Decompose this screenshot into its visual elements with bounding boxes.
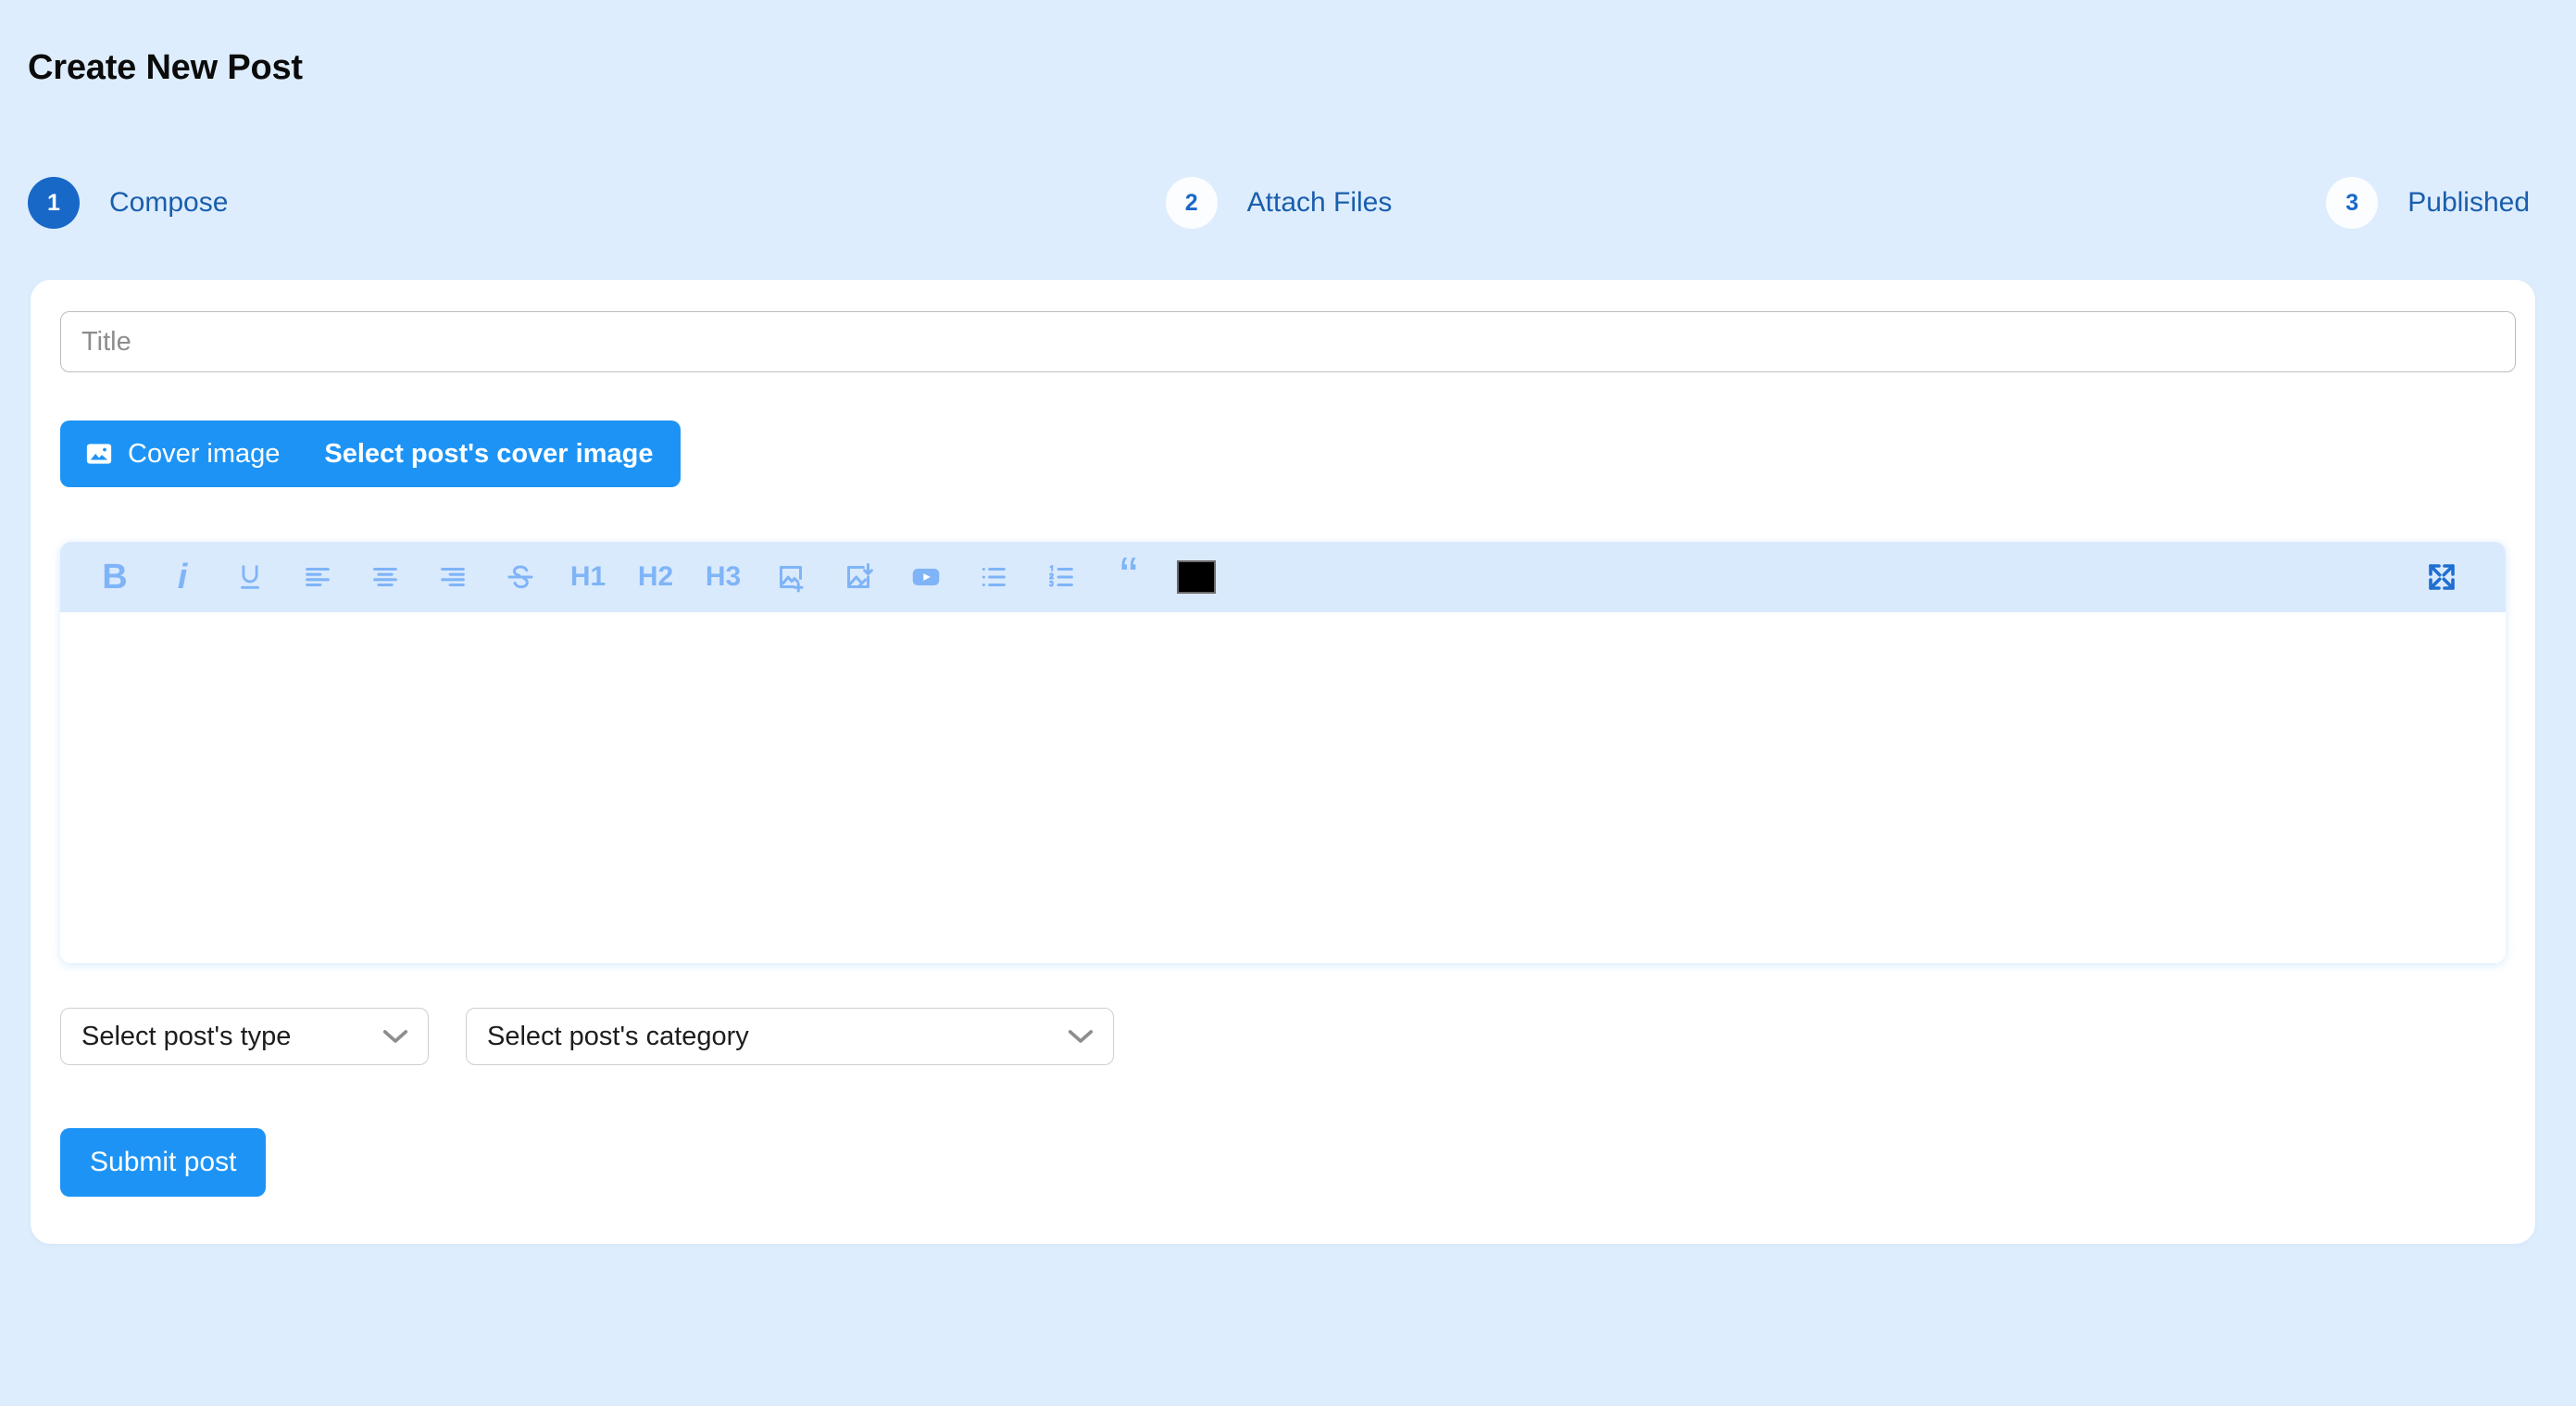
insert-video-icon[interactable] — [897, 548, 955, 606]
post-category-select[interactable]: Select post's category — [466, 1008, 1114, 1065]
align-left-icon[interactable] — [289, 548, 346, 606]
heading-3-glyph: H3 — [705, 561, 742, 592]
insert-image-icon[interactable] — [762, 548, 819, 606]
create-post-card: Cover image Select post's cover image B … — [31, 280, 2535, 1244]
bullet-list-icon[interactable] — [965, 548, 1022, 606]
step-number-badge-2: 2 — [1165, 177, 1218, 229]
editor-toolbar: B i H1 H2 H3 “ — [60, 542, 2506, 612]
step-number-badge-3: 3 — [2326, 177, 2379, 229]
upload-image-icon[interactable] — [830, 548, 887, 606]
strikethrough-icon[interactable] — [492, 548, 549, 606]
step-label-attach-files: Attach Files — [1246, 187, 1393, 218]
numbered-list-icon[interactable] — [1032, 548, 1090, 606]
blockquote-icon[interactable]: “ — [1100, 548, 1157, 606]
cover-image-value: Select post's cover image — [324, 438, 654, 469]
page-title: Create New Post — [28, 48, 303, 87]
step-label-published: Published — [2407, 187, 2531, 218]
submit-post-button[interactable]: Submit post — [60, 1128, 267, 1197]
italic-icon[interactable]: i — [154, 548, 211, 606]
bold-icon[interactable]: B — [86, 548, 144, 606]
color-swatch-fill — [1177, 560, 1216, 594]
step-number-badge-1: 1 — [28, 177, 80, 229]
heading-1-icon[interactable]: H1 — [559, 548, 617, 606]
post-type-select-label: Select post's type — [81, 1021, 292, 1051]
fullscreen-icon[interactable] — [2413, 548, 2470, 606]
italic-glyph: i — [177, 558, 188, 596]
rich-text-editor: B i H1 H2 H3 “ — [60, 542, 2506, 963]
stepper-step-attach-files[interactable]: 2 Attach Files — [862, 177, 1696, 229]
align-center-icon[interactable] — [356, 548, 414, 606]
blockquote-glyph: “ — [1119, 546, 1138, 608]
chevron-down-icon — [1068, 1030, 1094, 1043]
stepper-step-compose[interactable]: 1 Compose — [28, 177, 862, 229]
post-category-select-label: Select post's category — [487, 1021, 749, 1051]
cover-image-button[interactable]: Cover image Select post's cover image — [60, 421, 682, 487]
align-right-icon[interactable] — [424, 548, 481, 606]
post-meta-select-row: Select post's type Select post's categor… — [60, 1008, 1114, 1065]
step-label-compose: Compose — [109, 187, 229, 218]
chevron-down-icon — [382, 1030, 408, 1043]
heading-2-glyph: H2 — [637, 561, 674, 592]
stepper: 1 Compose 2 Attach Files 3 Published — [28, 174, 2548, 232]
heading-2-icon[interactable]: H2 — [627, 548, 684, 606]
post-title-input[interactable] — [60, 311, 2516, 372]
stepper-step-published[interactable]: 3 Published — [1695, 177, 2548, 229]
underline-icon[interactable] — [221, 548, 279, 606]
image-icon — [85, 440, 113, 468]
text-color-swatch[interactable] — [1168, 548, 1225, 606]
bold-glyph: B — [102, 558, 128, 596]
heading-3-icon[interactable]: H3 — [694, 548, 752, 606]
cover-image-label: Cover image — [128, 438, 281, 469]
editor-content-area[interactable] — [60, 612, 2506, 963]
heading-1-glyph: H1 — [569, 561, 606, 592]
post-type-select[interactable]: Select post's type — [60, 1008, 429, 1065]
